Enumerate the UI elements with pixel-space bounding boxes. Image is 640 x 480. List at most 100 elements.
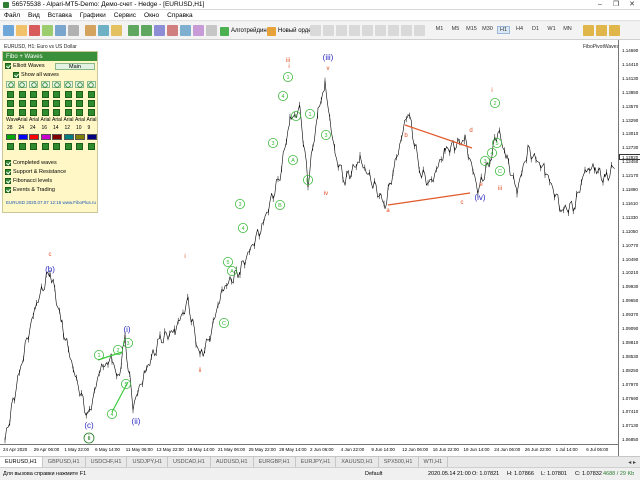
wave-color-swatch-2[interactable]: [17, 134, 28, 140]
timeframe-m5[interactable]: M5: [449, 26, 462, 32]
menu-view[interactable]: Вид: [28, 12, 40, 19]
tab-spx500[interactable]: SPX500,H1: [379, 457, 419, 467]
wave-level-complete-checkbox-4[interactable]: [41, 143, 49, 150]
wave-color-swatch-1[interactable]: [6, 134, 16, 140]
wave-level-toggle-5[interactable]: [52, 81, 61, 88]
wave-level-show-checkbox-8[interactable]: [87, 91, 95, 98]
wave-level-complete-checkbox-1[interactable]: [7, 143, 14, 150]
wave-level-show-checkbox-5[interactable]: [53, 91, 60, 98]
algo-trading-button[interactable]: Алготрейдинг: [218, 25, 271, 37]
events-trading-row[interactable]: Events & Trading: [5, 187, 55, 193]
triangle-upper-line[interactable]: [404, 124, 473, 149]
elliott-waves-row[interactable]: Elliott Waves: [5, 63, 45, 69]
profiles-icon[interactable]: [29, 25, 40, 36]
completed-waves-checkbox[interactable]: [5, 160, 11, 166]
line-chart-icon[interactable]: [609, 25, 620, 36]
wave-level-toggle-3[interactable]: [29, 81, 38, 88]
fibonacci-icon[interactable]: [388, 25, 399, 36]
wave-level-complete-checkbox-2[interactable]: [18, 143, 26, 150]
wave-level-line-checkbox-6[interactable]: [64, 109, 72, 116]
trendline-icon[interactable]: [362, 25, 373, 36]
support-resistance-row[interactable]: Support & Resistance: [5, 169, 66, 175]
show-all-waves-checkbox[interactable]: [13, 72, 19, 78]
fibonacci-levels-row[interactable]: Fibonacci levels: [5, 178, 52, 184]
wave-level-toggle-7[interactable]: [75, 81, 84, 88]
horizontal-line-icon[interactable]: [349, 25, 360, 36]
wave-size-label[interactable]: 10: [76, 125, 82, 131]
chart-shift-icon[interactable]: [167, 25, 178, 36]
wave-level-label-checkbox-1[interactable]: [7, 100, 14, 107]
wave-level-show-checkbox-1[interactable]: [7, 91, 14, 98]
wave-level-toggle-1[interactable]: [6, 81, 15, 88]
indicators-icon[interactable]: [193, 25, 204, 36]
time-axis[interactable]: 24 Apr 2020 29 Apr 06:00 1 May 22:00 6 May …: [0, 444, 618, 456]
wave-level-toggle-6[interactable]: [63, 81, 73, 88]
vertical-line-icon[interactable]: [336, 25, 347, 36]
bar-chart-icon[interactable]: [583, 25, 594, 36]
mode-selector[interactable]: Main: [55, 63, 95, 70]
wave-level-toggle-2[interactable]: [17, 81, 27, 88]
chart-window[interactable]: (b) (i) (ii) (iii) (iv) (c) ii 1 2 3 4 5 1 4 5 1 3 B A 3 B 3 4…: [0, 40, 640, 456]
show-all-waves-row[interactable]: Show all waves: [13, 72, 59, 78]
wave-size-label[interactable]: 24: [30, 125, 36, 131]
terminal-icon[interactable]: [68, 25, 79, 36]
tab-scroll-arrows-icon[interactable]: ◂ ▸: [628, 459, 636, 466]
wave-color-swatch-4[interactable]: [40, 134, 51, 140]
wave-size-label[interactable]: 14: [53, 125, 59, 131]
price-axis[interactable]: 1.14690 1.14410 1.14130 1.13850 1.13570 1.132…: [618, 40, 640, 456]
wave-level-line-checkbox-2[interactable]: [18, 109, 26, 116]
wave-color-swatch-6[interactable]: [63, 134, 74, 140]
wave-size-label[interactable]: 12: [65, 125, 71, 131]
tab-xauusd[interactable]: XAUUSD,H1: [336, 457, 379, 467]
open-folder-icon[interactable]: [16, 25, 27, 36]
wave-color-swatch-3[interactable]: [29, 134, 39, 140]
triangle-lower-line[interactable]: [387, 192, 471, 206]
menu-charts[interactable]: Графики: [80, 12, 106, 19]
fibonacci-levels-checkbox[interactable]: [5, 178, 11, 184]
tab-usdchf[interactable]: USDCHF,H1: [86, 457, 128, 467]
channel-icon[interactable]: [375, 25, 386, 36]
wave-level-label-checkbox-4[interactable]: [41, 100, 49, 107]
wave-level-label-checkbox-6[interactable]: [64, 100, 72, 107]
wave-level-complete-checkbox-7[interactable]: [76, 143, 83, 150]
candles-icon[interactable]: [596, 25, 607, 36]
wave-level-line-checkbox-1[interactable]: [7, 109, 14, 116]
menu-file[interactable]: Файл: [4, 12, 20, 19]
minimize-button[interactable]: –: [592, 0, 608, 10]
autoscroll-icon[interactable]: [180, 25, 191, 36]
wave-size-label[interactable]: 9: [88, 125, 91, 131]
wave-level-show-checkbox-2[interactable]: [18, 91, 26, 98]
menu-help[interactable]: Справка: [167, 12, 193, 19]
wave-size-label[interactable]: 16: [42, 125, 48, 131]
wave-level-label-checkbox-8[interactable]: [87, 100, 95, 107]
wave-level-line-checkbox-5[interactable]: [53, 109, 60, 116]
wave-level-show-checkbox-6[interactable]: [64, 91, 72, 98]
wave-level-label-checkbox-3[interactable]: [30, 100, 37, 107]
tab-gbpusd[interactable]: GBPUSD,H1: [43, 457, 86, 467]
market-watch-icon[interactable]: [42, 25, 53, 36]
wave-color-swatch-8[interactable]: [86, 134, 97, 140]
timeframe-d1[interactable]: D1: [529, 26, 542, 32]
zoom-out-icon[interactable]: [141, 25, 152, 36]
navigator-icon[interactable]: [55, 25, 66, 36]
menu-tools[interactable]: Сервис: [114, 12, 136, 19]
strategy-tester-icon[interactable]: [85, 25, 96, 36]
completed-waves-row[interactable]: Completed waves: [5, 160, 57, 166]
timeframe-h4[interactable]: H4: [513, 26, 526, 32]
wave-level-complete-checkbox-5[interactable]: [53, 143, 60, 150]
timeframe-w1[interactable]: W1: [545, 26, 558, 32]
tab-eurjpy[interactable]: EURJPY,H1: [296, 457, 337, 467]
cursor-icon[interactable]: [310, 25, 321, 36]
tab-eurusd[interactable]: EURUSD,H1: [0, 457, 43, 467]
tab-wti[interactable]: WTI,H1: [419, 457, 449, 467]
timeframe-m1[interactable]: M1: [433, 26, 446, 32]
tab-usdcad[interactable]: USDCAD,H1: [168, 457, 211, 467]
wave-level-line-checkbox-8[interactable]: [87, 109, 95, 116]
wave-level-label-checkbox-5[interactable]: [53, 100, 60, 107]
wave-size-label[interactable]: 24: [19, 125, 25, 131]
templates-icon[interactable]: [206, 25, 217, 36]
wave-level-toggle-4[interactable]: [40, 81, 50, 88]
wave-level-complete-checkbox-8[interactable]: [87, 143, 95, 150]
close-button[interactable]: ✕: [624, 0, 640, 10]
wave-level-complete-checkbox-3[interactable]: [30, 143, 37, 150]
